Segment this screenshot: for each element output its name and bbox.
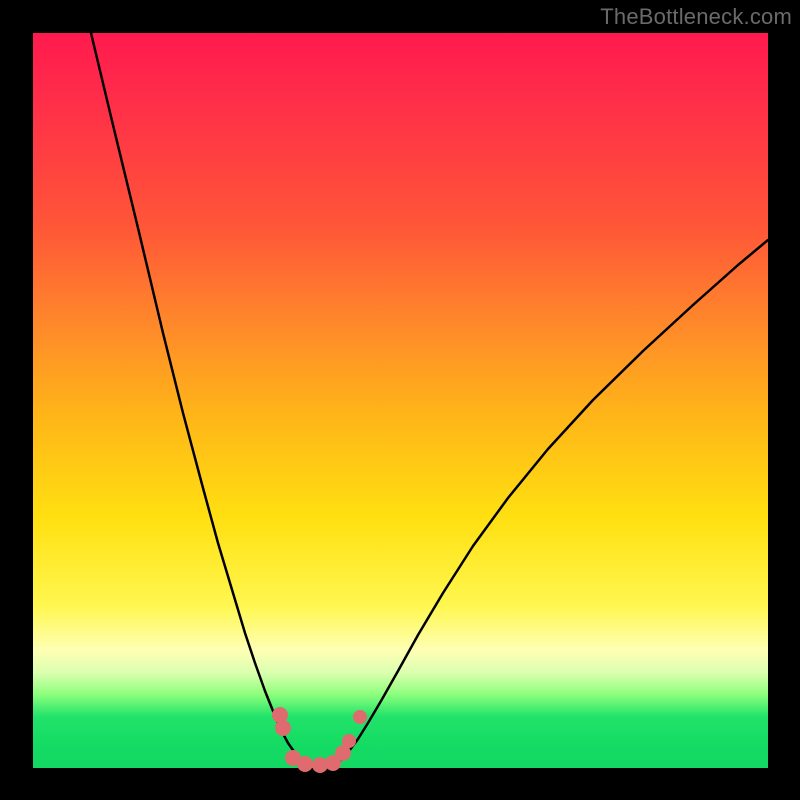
marker-point (353, 710, 367, 724)
chart-svg (33, 33, 768, 768)
marker-point (342, 734, 356, 748)
chart-frame: TheBottleneck.com (0, 0, 800, 800)
curve-left-branch (91, 33, 308, 765)
marker-point (275, 720, 291, 736)
watermark-text: TheBottleneck.com (600, 4, 792, 30)
marker-point (297, 756, 313, 772)
plot-area (33, 33, 768, 768)
curve-group (91, 33, 768, 765)
curve-right-branch (333, 240, 768, 765)
